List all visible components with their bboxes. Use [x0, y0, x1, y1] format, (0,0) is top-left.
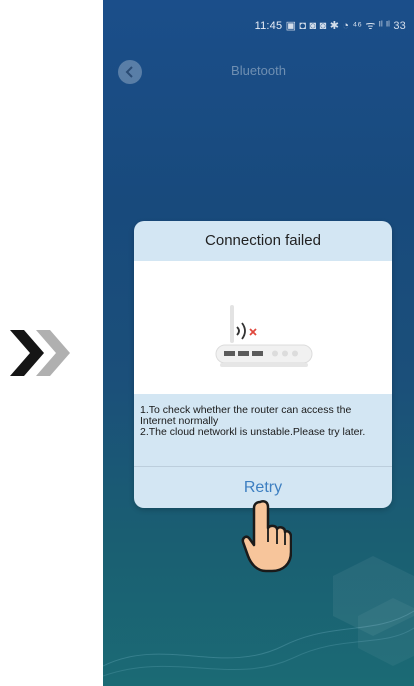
wifi-signal-icon [236, 322, 246, 340]
connection-failed-dialog: Connection failed 1.To check whether the… [134, 221, 392, 508]
status-time: 11:45 [254, 20, 283, 32]
pointing-hand-icon [241, 499, 292, 573]
dialog-title: Connection failed [205, 232, 321, 249]
message-line-2: 2.The cloud networkl is unstable.Please … [140, 426, 366, 438]
status-bar: 11:45 ▣ ◘ ◙ ◙ ✱ ◔ ⁴⁶ ᯤ ᴵˡ ᴵˡ 33 [103, 18, 406, 33]
router-illustration [134, 261, 392, 394]
double-chevron-icon [10, 330, 70, 376]
status-icons: ▣ ◘ ◙ ◙ ✱ ◔ ⁴⁶ ᯤ ᴵˡ ᴵˡ 33 [285, 20, 406, 32]
page-title: Bluetooth [231, 63, 286, 78]
error-x-icon [249, 328, 257, 336]
message-line-1: 1.To check whether the router can access… [140, 404, 352, 427]
dialog-divider [134, 466, 392, 467]
dialog-message: 1.To check whether the router can access… [140, 405, 386, 438]
router-icon [215, 305, 313, 367]
